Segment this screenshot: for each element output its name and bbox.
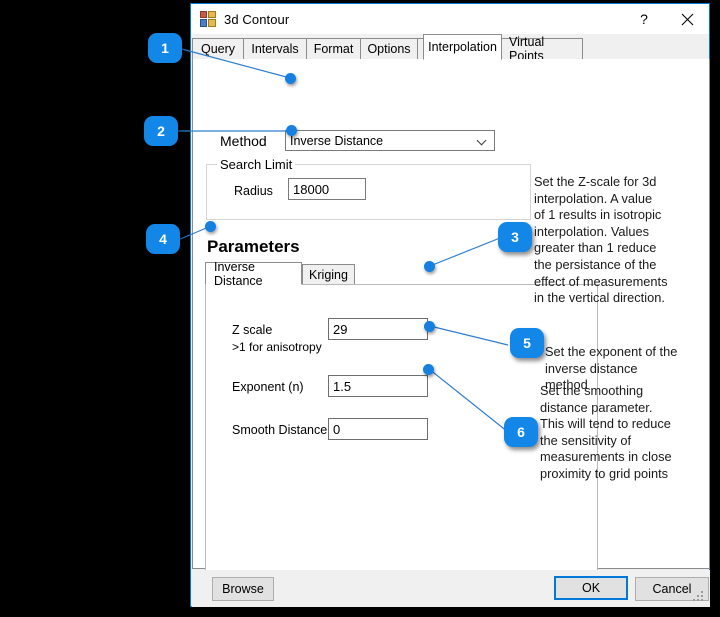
method-value: Inverse Distance: [286, 134, 383, 148]
title-bar-buttons: ?: [623, 4, 709, 34]
callout-badge-2: 2: [144, 116, 178, 146]
z-scale-input[interactable]: 29: [328, 318, 428, 340]
z-scale-label: Z scale: [232, 323, 272, 337]
exponent-value: 1.5: [329, 379, 351, 394]
z-scale-value: 29: [329, 322, 347, 337]
callout-badge-1: 1: [148, 33, 182, 63]
interpolation-page: Method Inverse Distance Search Limit Rad…: [192, 59, 710, 569]
smooth-distance-label: Smooth Distance: [232, 423, 327, 437]
dialog-footer: Browse OK Cancel: [192, 570, 710, 607]
close-icon[interactable]: [665, 4, 709, 34]
help-button[interactable]: ?: [623, 4, 665, 34]
form-icon: [200, 11, 216, 27]
screen: 3d Contour ? Query Intervals Format Opti…: [0, 0, 720, 612]
tab-kriging[interactable]: Kriging: [302, 264, 355, 285]
tab-intervals[interactable]: Intervals: [243, 38, 307, 60]
tab-format[interactable]: Format: [306, 38, 361, 60]
resize-grip-icon[interactable]: [693, 591, 705, 603]
exponent-label: Exponent (n): [232, 380, 304, 394]
smooth-distance-value: 0: [329, 422, 340, 437]
radius-label: Radius: [234, 184, 273, 198]
chevron-down-icon: [478, 137, 487, 146]
tab-query[interactable]: Query: [192, 38, 244, 60]
tab-inverse-distance[interactable]: Inverse Distance: [205, 262, 302, 285]
smooth-distance-input[interactable]: 0: [328, 418, 428, 440]
tab-strip: Query Intervals Format Options Grid Inte…: [192, 34, 710, 60]
z-scale-sublabel: >1 for anisotropy: [232, 340, 322, 354]
radius-input[interactable]: 18000: [288, 178, 366, 200]
method-label: Method: [220, 133, 267, 149]
window-title: 3d Contour: [224, 12, 289, 27]
browse-button[interactable]: Browse: [212, 577, 274, 601]
exponent-input[interactable]: 1.5: [328, 375, 428, 397]
search-limit-title: Search Limit: [217, 157, 295, 172]
title-bar: 3d Contour ?: [191, 4, 709, 34]
parameters-heading: Parameters: [207, 237, 300, 257]
tab-options[interactable]: Options: [360, 38, 418, 60]
radius-value: 18000: [289, 182, 329, 197]
callout-badge-4: 4: [146, 224, 180, 254]
inverse-distance-panel: Z scale >1 for anisotropy 29 Exponent (n…: [205, 284, 598, 574]
tab-interpolation[interactable]: Interpolation: [423, 34, 502, 60]
tab-virtual-points[interactable]: Virtual Points: [501, 38, 583, 60]
close-glyph: [681, 13, 694, 26]
ok-button[interactable]: OK: [554, 576, 628, 600]
parameters-tab-strip: Inverse Distance Kriging: [205, 262, 598, 285]
dialog-3d-contour: 3d Contour ? Query Intervals Format Opti…: [190, 3, 710, 607]
method-select[interactable]: Inverse Distance: [285, 130, 495, 151]
